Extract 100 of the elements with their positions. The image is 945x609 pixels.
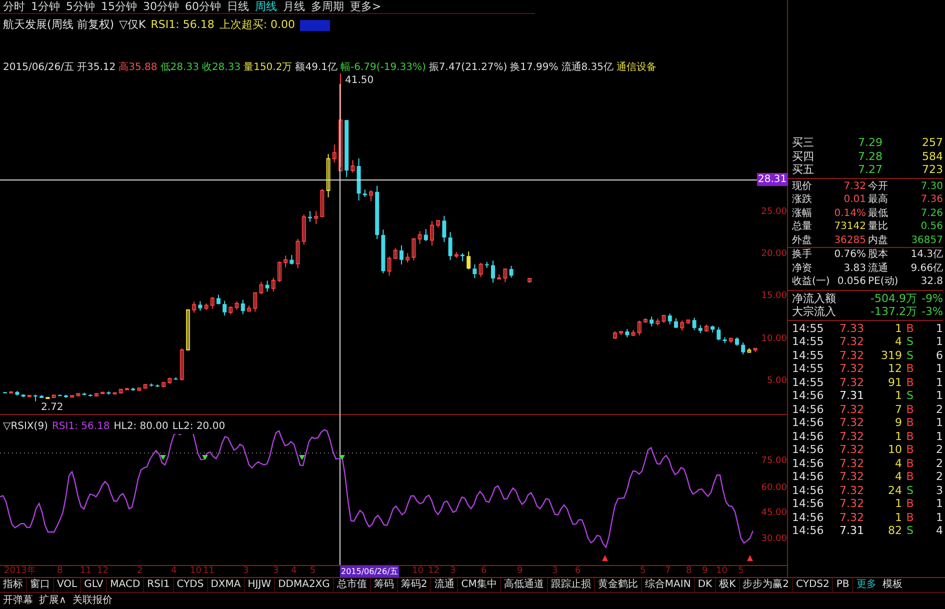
indicator-tab[interactable]: 窗口	[27, 578, 54, 592]
sell-signal-icon	[299, 455, 305, 460]
indicator-tab[interactable]: 总市值	[334, 578, 371, 592]
bottom-link[interactable]: 开弹幕	[3, 594, 33, 608]
indicator-tab[interactable]: 筹码2	[398, 578, 432, 592]
indicator-tab[interactable]: CYDS2	[793, 578, 834, 592]
bar-info-text: 额49.1亿	[295, 60, 338, 75]
tick-time: 14:56	[792, 497, 824, 510]
indicator-tab[interactable]: CM集中	[458, 578, 501, 592]
tick-side: B	[905, 322, 915, 335]
indicator-tab[interactable]: PB	[833, 578, 854, 592]
period-tab[interactable]: 更多>	[350, 1, 382, 12]
period-tab[interactable]: 5分钟	[66, 1, 95, 12]
indicator-tab[interactable]: 流通	[431, 578, 458, 592]
indicator-tab[interactable]: 高低通道	[500, 578, 548, 592]
indicator-tab[interactable]: 筹码	[370, 578, 398, 592]
candle	[375, 185, 380, 240]
candle	[619, 330, 624, 336]
period-tab[interactable]: 分时	[3, 1, 25, 12]
period-tab[interactable]: 多周期	[311, 1, 344, 12]
indicator-tab[interactable]: DK	[694, 578, 716, 592]
candle	[137, 387, 142, 392]
tick-side: B	[905, 497, 915, 510]
stat-value: 36285	[834, 234, 866, 247]
date-axis-label: 3	[552, 566, 558, 577]
tick-side: B	[905, 402, 915, 416]
tick-time: 14:56	[792, 470, 824, 484]
date-axis-label: 3	[450, 566, 456, 577]
candle	[247, 305, 251, 312]
indicator-tab[interactable]: 指标	[0, 578, 27, 592]
bar-info-text: 量150.2万	[244, 61, 292, 75]
tick-volume: 1	[894, 510, 902, 524]
tick-count: 2	[935, 470, 943, 484]
bottom-link[interactable]: 关联报价	[72, 594, 112, 608]
candle	[406, 252, 410, 264]
bottom-link[interactable]: 扩展∧	[39, 594, 66, 608]
candle	[454, 252, 458, 258]
indicator-tab[interactable]: 黄金鹤比	[594, 578, 642, 592]
period-tab[interactable]: 15分钟	[101, 1, 137, 12]
sell-signal-icon	[202, 455, 208, 460]
period-tab[interactable]: 月线	[283, 1, 305, 12]
period-tab[interactable]: 1分钟	[31, 1, 60, 12]
indicator-tab[interactable]: DXMA	[208, 578, 245, 592]
more-tab[interactable]: 更多	[853, 578, 880, 592]
period-tab[interactable]: 周线	[255, 1, 277, 12]
indicator-tab[interactable]: CYDS	[174, 578, 208, 592]
candle	[484, 261, 489, 268]
candle	[625, 328, 630, 338]
stat-value: 9.66亿	[910, 262, 943, 275]
indicator-tab[interactable]: RSI1	[144, 578, 174, 592]
candle	[174, 376, 178, 380]
date-axis-label: 6	[481, 566, 487, 577]
tick-price: 7.32	[838, 348, 864, 362]
indicator-tab[interactable]: VOL	[54, 578, 82, 592]
tick-side: B	[905, 456, 915, 470]
candle	[296, 238, 300, 269]
candle	[466, 251, 471, 270]
candle	[210, 296, 214, 310]
candle	[728, 337, 733, 344]
tick-volume: 319	[880, 348, 902, 362]
bar-info-text: 开35.12	[77, 61, 116, 75]
indicator-tab[interactable]: 极K	[716, 578, 740, 592]
date-axis-label: 5	[640, 566, 646, 577]
tick-count: 2	[935, 456, 943, 470]
tick-volume: 10	[887, 443, 902, 456]
tick-volume: 7	[894, 402, 902, 416]
indicator-tab[interactable]: DDMA2XG	[275, 578, 334, 592]
indicator-tab[interactable]: MACD	[107, 578, 144, 592]
candle	[278, 261, 282, 282]
bid-label: 买三	[792, 136, 815, 150]
tick-volume: 1	[894, 497, 902, 510]
indicator-tab[interactable]: 步步为赢2	[740, 578, 794, 592]
period-tab[interactable]: 日线	[227, 1, 249, 12]
stat-value: 14.3亿	[910, 248, 943, 262]
display-mode-label[interactable]: ▽仅K	[119, 17, 146, 34]
date-axis-label: 10	[412, 566, 424, 577]
indicator-tab[interactable]: 跟踪止损	[548, 578, 595, 592]
template-tab[interactable]: 模板	[879, 578, 906, 592]
stat-value: 32.8	[920, 275, 943, 288]
candle	[674, 318, 678, 328]
tick-volume: 82	[887, 524, 902, 538]
candle	[735, 336, 739, 346]
candle	[162, 382, 166, 388]
candle	[216, 294, 220, 305]
indicator-tab[interactable]: 综合MAIN	[642, 578, 695, 592]
flow-value: -137.2万	[870, 305, 917, 318]
tick-volume: 9	[894, 416, 902, 430]
tick-time: 14:56	[792, 456, 824, 470]
candle	[64, 394, 68, 398]
period-tab[interactable]: 60分钟	[185, 1, 221, 12]
candle	[118, 388, 123, 394]
bar-info-text: 低28.33	[160, 61, 199, 75]
tick-volume: 1	[894, 389, 902, 402]
date-axis-label: 10	[190, 566, 202, 577]
rsi-axis-label: 75.00	[760, 457, 787, 466]
indicator-tab[interactable]: HJJW	[244, 578, 276, 592]
candle	[3, 392, 7, 394]
candle	[40, 394, 44, 398]
indicator-tab[interactable]: GLV	[81, 578, 108, 592]
period-tab[interactable]: 30分钟	[143, 1, 179, 12]
